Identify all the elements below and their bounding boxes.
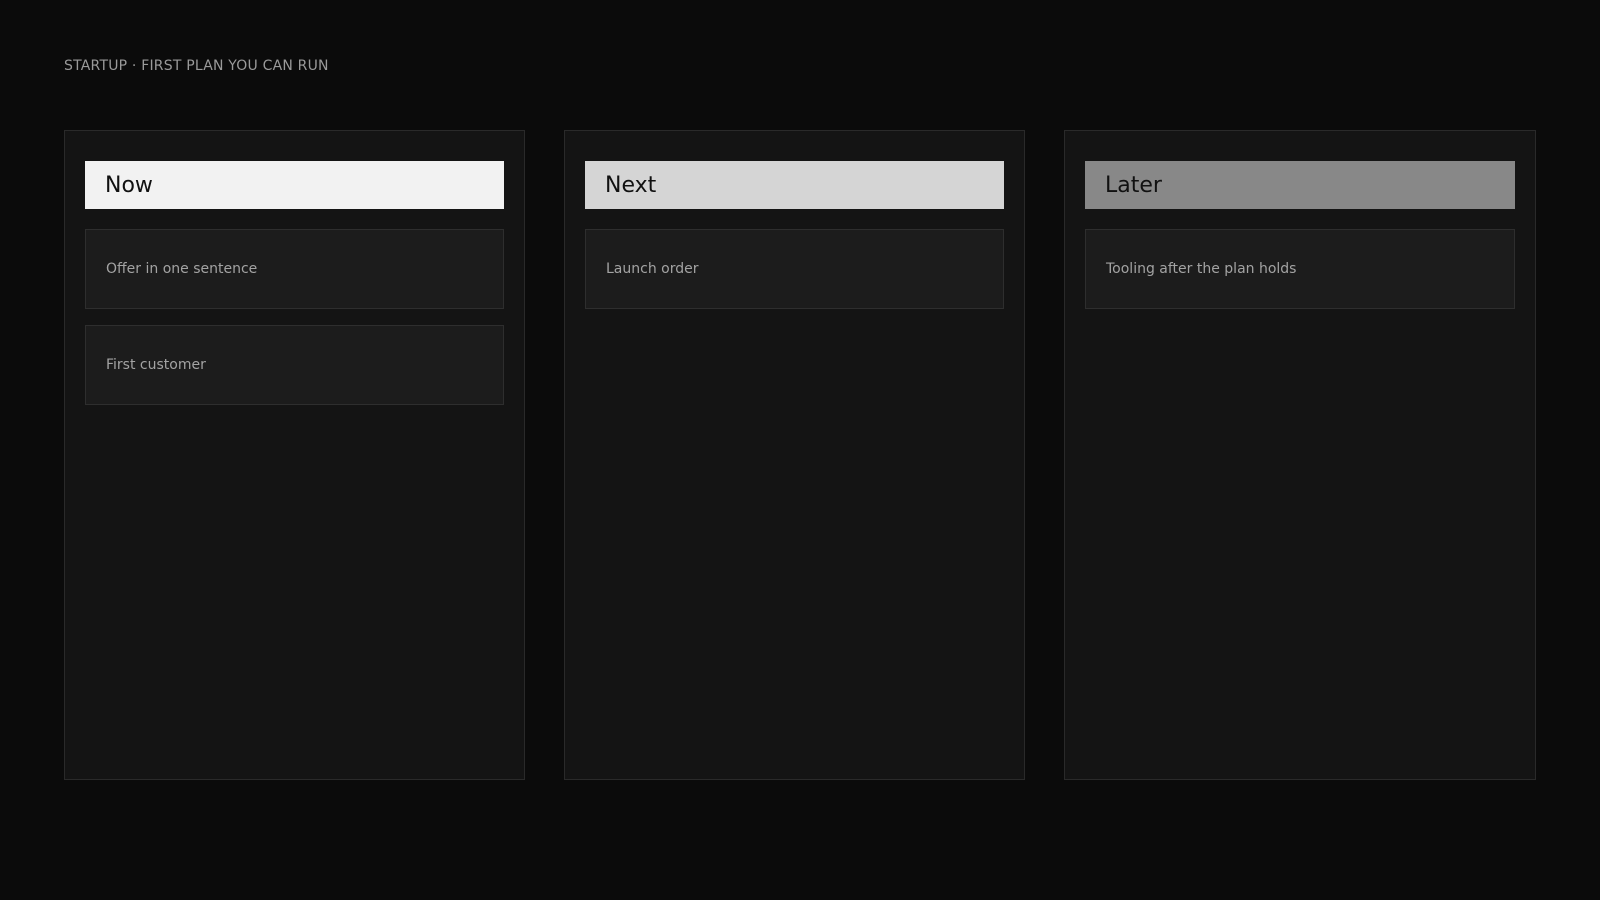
card-list-now: Offer in one sentence First customer — [85, 229, 504, 421]
kanban-board: Now Offer in one sentence First customer… — [64, 130, 1536, 780]
page-title: STARTUP · FIRST PLAN YOU CAN RUN — [64, 58, 329, 74]
column-header-next[interactable]: Next — [585, 161, 1004, 209]
column-now: Now Offer in one sentence First customer — [64, 130, 525, 780]
card[interactable]: Offer in one sentence — [85, 229, 504, 309]
card[interactable]: Launch order — [585, 229, 1004, 309]
column-next: Next Launch order — [564, 130, 1025, 780]
column-header-later[interactable]: Later — [1085, 161, 1515, 209]
card[interactable]: Tooling after the plan holds — [1085, 229, 1515, 309]
column-header-now[interactable]: Now — [85, 161, 504, 209]
column-later: Later Tooling after the plan holds — [1064, 130, 1536, 780]
card-list-later: Tooling after the plan holds — [1085, 229, 1515, 325]
card-list-next: Launch order — [585, 229, 1004, 325]
card[interactable]: First customer — [85, 325, 504, 405]
